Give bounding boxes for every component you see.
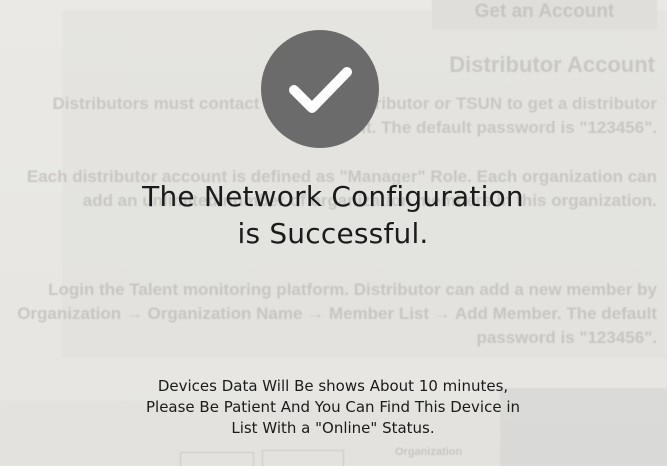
get-account-button: Get an Account <box>432 0 657 30</box>
background-paragraph-3: Login the Talent monitoring platform. Di… <box>17 280 657 347</box>
info-message: Devices Data Will Be shows About 10 minu… <box>60 376 606 439</box>
info-message-line-1: Devices Data Will Be shows About 10 minu… <box>157 377 509 395</box>
checkmark-icon <box>261 30 379 148</box>
info-message-line-2: Please Be Patient And You Can Find This … <box>145 398 520 416</box>
success-title-line-1: The Network Configuration <box>142 180 524 213</box>
success-title: The Network Configuration is Successful. <box>60 178 606 252</box>
background-input-box <box>262 450 344 466</box>
background-organization-label: Organization <box>395 446 463 458</box>
success-title-line-2: is Successful. <box>237 217 429 250</box>
background-input-box <box>180 452 254 466</box>
info-message-line-3: List With a "Online" Status. <box>231 419 435 437</box>
screen: Get an Account Distributor Account Distr… <box>0 0 667 466</box>
